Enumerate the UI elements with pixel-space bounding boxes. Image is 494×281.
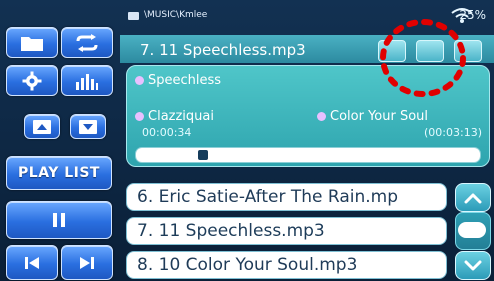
folder-icon — [21, 36, 43, 51]
progress-thumb[interactable] — [198, 150, 208, 160]
media-player-screen: PLAY LIST \MUSIC\Kmlee 25% 7. 11 Speechl — [0, 0, 494, 281]
song-bullet-icon — [135, 76, 144, 85]
scrollbar-thumb[interactable] — [458, 222, 486, 238]
track-album: Color Your Soul — [317, 109, 428, 124]
track-song-text: Speechless — [148, 73, 222, 88]
equalizer-icon — [76, 73, 98, 90]
track-artist-text: Clazziquai — [148, 109, 214, 124]
small-folder-icon — [128, 12, 139, 20]
scrollbar-track[interactable] — [455, 212, 491, 250]
current-path: \MUSIC\Kmlee — [144, 10, 208, 20]
progress-bar[interactable] — [135, 147, 481, 163]
equalizer-button[interactable] — [61, 65, 113, 96]
pause-button[interactable] — [6, 201, 112, 239]
elapsed-time: 00:00:34 — [142, 126, 192, 139]
scroll-up-button[interactable] — [455, 183, 491, 212]
folder-button[interactable] — [6, 27, 58, 58]
list-item[interactable]: 8. 10 Color Your Soul.mp3 — [126, 251, 447, 279]
playlist-button[interactable]: PLAY LIST — [6, 156, 112, 190]
highlight-annotation — [380, 19, 466, 97]
list-item[interactable]: 6. Eric Satie-After The Rain.mp — [126, 183, 447, 211]
next-button[interactable] — [61, 245, 113, 280]
up-arrow-icon — [33, 119, 51, 134]
down-button[interactable] — [70, 114, 106, 139]
repeat-button[interactable] — [61, 27, 113, 58]
track-album-text: Color Your Soul — [330, 109, 429, 124]
playlist-button-label: PLAY LIST — [18, 165, 100, 181]
scroll-down-button[interactable] — [455, 251, 491, 280]
list-item-label: 8. 10 Color Your Soul.mp3 — [137, 255, 358, 275]
now-playing-title: 7. 11 Speechless.mp3 — [140, 41, 306, 59]
total-time: (00:03:13) — [424, 126, 482, 139]
scroll-up-icon — [464, 193, 482, 203]
scroll-down-icon — [464, 260, 482, 270]
list-item-selected[interactable]: 7. 11 Speechless.mp3 — [126, 217, 447, 245]
up-button[interactable] — [24, 114, 60, 139]
track-song: Speechless — [135, 73, 221, 88]
previous-icon — [25, 256, 39, 269]
down-arrow-icon — [79, 119, 97, 134]
settings-icon — [22, 71, 42, 90]
repeat-icon — [76, 33, 98, 52]
album-bullet-icon — [317, 112, 326, 121]
pause-icon — [53, 213, 65, 227]
previous-button[interactable] — [6, 245, 58, 280]
next-icon — [80, 256, 94, 269]
list-item-label: 7. 11 Speechless.mp3 — [137, 221, 325, 241]
list-item-label: 6. Eric Satie-After The Rain.mp — [137, 187, 399, 207]
settings-button[interactable] — [6, 65, 58, 96]
artist-bullet-icon — [135, 112, 144, 121]
track-artist: Clazziquai — [135, 109, 214, 124]
